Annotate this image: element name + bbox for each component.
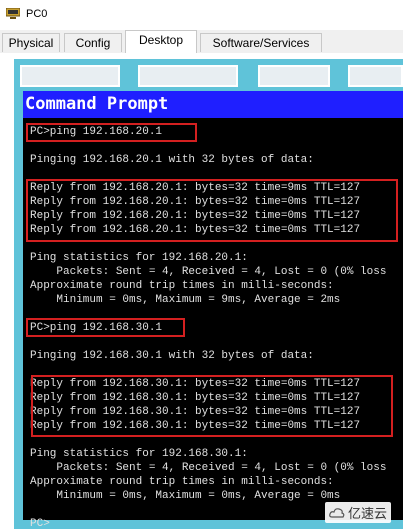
console-line: Pinging 192.168.30.1 with 32 bytes of da… bbox=[30, 350, 314, 362]
highlight-box bbox=[26, 123, 197, 142]
cloud-logo-icon bbox=[329, 507, 345, 518]
highlight-box bbox=[26, 318, 185, 337]
console-line: Packets: Sent = 4, Received = 4, Lost = … bbox=[30, 266, 387, 278]
console-line: Approximate round trip times in milli-se… bbox=[30, 280, 334, 292]
desktop-app-icon[interactable] bbox=[20, 65, 120, 87]
command-prompt-title: Command Prompt bbox=[25, 94, 169, 114]
console-line: Approximate round trip times in milli-se… bbox=[30, 476, 334, 488]
watermark-text: 亿速云 bbox=[347, 507, 387, 522]
console-line: Ping statistics for 192.168.30.1: bbox=[30, 448, 248, 460]
command-prompt-header: Command Prompt bbox=[23, 91, 403, 118]
command-prompt-window[interactable]: Command Prompt PC>ping 192.168.20.1 Ping… bbox=[23, 91, 403, 530]
pc-icon bbox=[6, 8, 20, 19]
desktop-app-icon[interactable] bbox=[138, 65, 238, 87]
tab-physical[interactable]: Physical bbox=[2, 33, 60, 52]
desktop-app-icon[interactable] bbox=[348, 65, 403, 87]
console-line: Pinging 192.168.20.1 with 32 bytes of da… bbox=[30, 154, 314, 166]
console-line: Ping statistics for 192.168.20.1: bbox=[30, 252, 248, 264]
highlight-box bbox=[26, 179, 398, 242]
title-bar: PC0 bbox=[0, 0, 403, 30]
window-title: PC0 bbox=[26, 8, 48, 20]
console-line: Minimum = 0ms, Maximum = 0ms, Average = … bbox=[30, 490, 341, 502]
console-line: Minimum = 0ms, Maximum = 9ms, Average = … bbox=[30, 294, 341, 306]
console-line: Packets: Sent = 4, Received = 4, Lost = … bbox=[30, 462, 387, 474]
tab-config[interactable]: Config bbox=[64, 33, 122, 52]
watermark: 亿速云 bbox=[324, 502, 391, 523]
tab-bar: Physical Config Desktop Software/Service… bbox=[0, 30, 403, 54]
tab-software-services[interactable]: Software/Services bbox=[200, 33, 322, 52]
console-prompt-line[interactable]: PC> bbox=[30, 518, 50, 531]
highlight-box bbox=[31, 375, 393, 437]
desktop-app-icon[interactable] bbox=[258, 65, 330, 87]
tab-desktop[interactable]: Desktop bbox=[125, 30, 197, 54]
